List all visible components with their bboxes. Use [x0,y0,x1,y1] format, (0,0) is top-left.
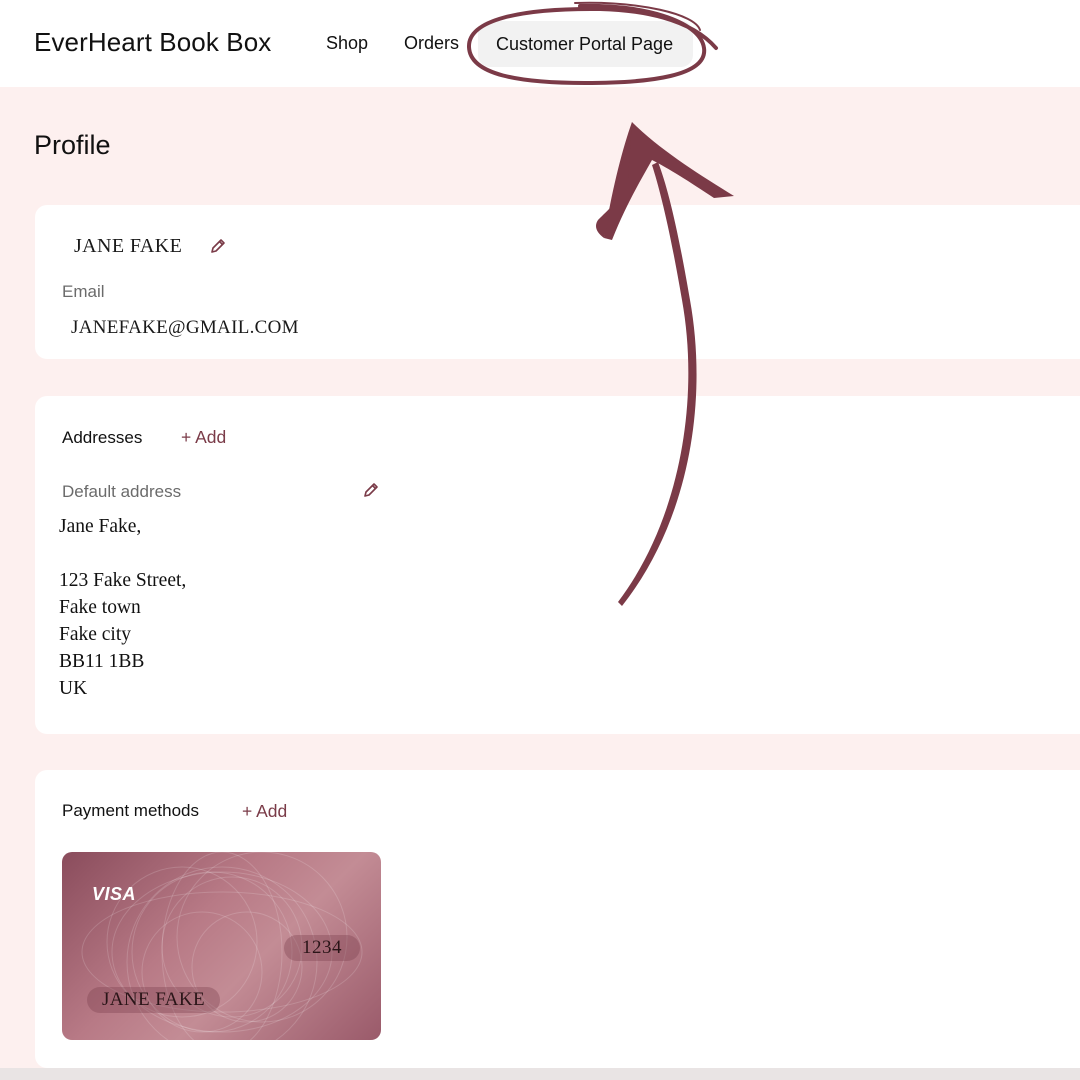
nav-customer-portal-link[interactable]: Customer Portal Page [478,21,694,67]
visa-logo: VISA [92,884,137,904]
profile-card: JANE FAKE Email JANEFAKE@GMAIL.COM [35,205,1080,359]
add-payment-method-button[interactable]: + Add [242,801,287,822]
nav-orders-link[interactable]: Orders [404,33,459,54]
visa-payment-card[interactable]: VISA 1234 JANE FAKE [62,852,381,1040]
brand-title[interactable]: EverHeart Book Box [34,27,271,58]
address-line-street: 123 Fake Street, [59,570,187,591]
pencil-icon [211,239,225,253]
card-last-four: 1234 [284,935,360,961]
pencil-icon [364,483,378,497]
payment-methods-title: Payment methods [62,801,200,820]
bottom-divider [0,1068,1080,1080]
top-navigation-bar: EverHeart Book Box Shop Orders Customer … [0,0,1080,87]
edit-address-button[interactable] [362,481,380,499]
addresses-title: Addresses [62,428,143,447]
address-line-postcode: BB11 1BB [59,651,145,672]
address-line-name: Jane Fake, [59,516,142,537]
addresses-card: Addresses + Add Default address Jane Fak… [35,396,1080,734]
nav-shop-link[interactable]: Shop [326,33,368,54]
default-address-label: Default address [62,482,182,501]
page-title: Profile [34,130,111,160]
email-value: JANEFAKE@GMAIL.COM [71,317,299,338]
add-address-button[interactable]: + Add [181,427,226,448]
card-holder-name: JANE FAKE [87,987,220,1013]
customer-name: JANE FAKE [74,235,183,257]
address-line-city: Fake city [59,624,132,645]
address-line-town: Fake town [59,597,141,618]
email-label: Email [62,282,105,301]
payment-methods-card: Payment methods + Add VISA 1234 JANE FAK… [35,770,1080,1068]
address-line-country: UK [59,678,88,699]
edit-name-button[interactable] [209,237,227,255]
